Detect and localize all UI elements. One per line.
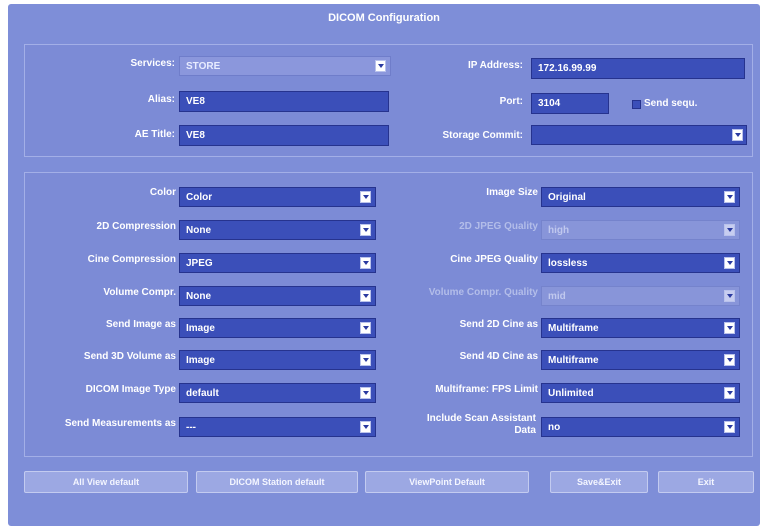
send-measurements-as-dropdown-arrow-icon[interactable] xyxy=(360,421,371,433)
image-size-label: Image Size xyxy=(486,187,538,198)
volume-compr-quality-dropdown-arrow-icon xyxy=(724,290,735,302)
send-measurements-as-label: Send Measurements as xyxy=(64,418,176,429)
send-2d-cine-as-select[interactable]: Multiframe xyxy=(541,318,740,338)
2d-jpeg-quality-label: 2D JPEG Quality xyxy=(459,221,538,232)
alias-input[interactable]: VE8 xyxy=(179,91,389,112)
send-4d-cine-as-label: Send 4D Cine as xyxy=(459,351,538,362)
all-view-default-button[interactable]: All View default xyxy=(24,471,188,493)
volume-compr-label: Volume Compr. xyxy=(103,287,176,298)
storage-commit-select[interactable] xyxy=(531,125,747,145)
color-dropdown-arrow-icon[interactable] xyxy=(360,191,371,203)
send-4d-cine-as-dropdown-arrow-icon[interactable] xyxy=(724,354,735,366)
cine-compression-dropdown-arrow-icon[interactable] xyxy=(360,257,371,269)
send-sequ-label: Send sequ. xyxy=(644,98,698,109)
send-2d-cine-as-dropdown-arrow-icon[interactable] xyxy=(724,322,735,334)
2d-jpeg-quality-dropdown-arrow-icon xyxy=(724,224,735,236)
settings-panel xyxy=(24,172,753,457)
dicom-image-type-label: DICOM Image Type xyxy=(85,384,176,395)
2d-jpeg-quality-select: high xyxy=(541,220,740,240)
send-4d-cine-as-select[interactable]: Multiframe xyxy=(541,350,740,370)
dicom-image-type-dropdown-arrow-icon[interactable] xyxy=(360,387,371,399)
send-2d-cine-as-label: Send 2D Cine as xyxy=(459,319,538,330)
window-title: DICOM Configuration xyxy=(328,12,440,24)
2d-compression-dropdown-arrow-icon[interactable] xyxy=(360,224,371,236)
multiframe-fps-limit-select[interactable]: Unlimited xyxy=(541,383,740,403)
volume-compr-quality-label: Volume Compr. Quality xyxy=(428,287,538,298)
volume-compr-quality-select: mid xyxy=(541,286,740,306)
image-size-dropdown-arrow-icon[interactable] xyxy=(724,191,735,203)
cine-jpeg-quality-label: Cine JPEG Quality xyxy=(450,254,538,265)
multiframe-fps-limit-dropdown-arrow-icon[interactable] xyxy=(724,387,735,399)
send-image-as-select[interactable]: Image xyxy=(179,318,376,338)
color-label: Color xyxy=(149,187,176,198)
include-scan-assistant-data-label: Include Scan Assistant Data xyxy=(426,413,536,436)
cine-jpeg-quality-dropdown-arrow-icon[interactable] xyxy=(724,257,735,269)
send-3d-volume-as-label: Send 3D Volume as xyxy=(83,351,176,362)
dicom-image-type-select[interactable]: default xyxy=(179,383,376,403)
port-label: Port: xyxy=(499,96,523,107)
dicom-station-default-button[interactable]: DICOM Station default xyxy=(196,471,358,493)
send-sequ-checkbox[interactable] xyxy=(632,100,641,109)
multiframe-fps-limit-label: Multiframe: FPS Limit xyxy=(435,384,538,395)
volume-compr-dropdown-arrow-icon[interactable] xyxy=(360,290,371,302)
send-3d-volume-as-select[interactable]: Image xyxy=(179,350,376,370)
color-select[interactable]: Color xyxy=(179,187,376,207)
image-size-select[interactable]: Original xyxy=(541,187,740,207)
save-exit-button[interactable]: Save&Exit xyxy=(550,471,648,493)
alias-label: Alias: xyxy=(147,94,175,105)
cine-jpeg-quality-select[interactable]: lossless xyxy=(541,253,740,273)
ae-title-input[interactable]: VE8 xyxy=(179,125,389,146)
cine-compression-select[interactable]: JPEG xyxy=(179,253,376,273)
exit-button[interactable]: Exit xyxy=(658,471,754,493)
cine-compression-label: Cine Compression xyxy=(87,254,176,265)
services-dropdown-arrow-icon[interactable] xyxy=(375,60,386,72)
send-3d-volume-as-dropdown-arrow-icon[interactable] xyxy=(360,354,371,366)
ae-title-label: AE Title: xyxy=(134,129,175,140)
volume-compr-select[interactable]: None xyxy=(179,286,376,306)
2d-compression-select[interactable]: None xyxy=(179,220,376,240)
services-label: Services: xyxy=(130,58,175,69)
include-scan-assistant-data-select[interactable]: no xyxy=(541,417,740,437)
viewpoint-default-button[interactable]: ViewPoint Default xyxy=(365,471,529,493)
send-measurements-as-select[interactable]: --- xyxy=(179,417,376,437)
include-scan-assistant-data-dropdown-arrow-icon[interactable] xyxy=(724,421,735,433)
ip-address-label: IP Address: xyxy=(467,60,523,71)
services-select[interactable]: STORE xyxy=(179,56,391,76)
send-image-as-label: Send Image as xyxy=(105,319,176,330)
2d-compression-label: 2D Compression xyxy=(96,221,176,232)
send-image-as-dropdown-arrow-icon[interactable] xyxy=(360,322,371,334)
port-input[interactable]: 3104 xyxy=(531,93,609,114)
dicom-config-window: DICOM Configuration Services: STORE Alia… xyxy=(8,4,760,526)
ip-address-input[interactable]: 172.16.99.99 xyxy=(531,58,745,79)
storage-commit-label: Storage Commit: xyxy=(442,130,523,141)
storage-commit-dropdown-arrow-icon[interactable] xyxy=(732,129,743,141)
